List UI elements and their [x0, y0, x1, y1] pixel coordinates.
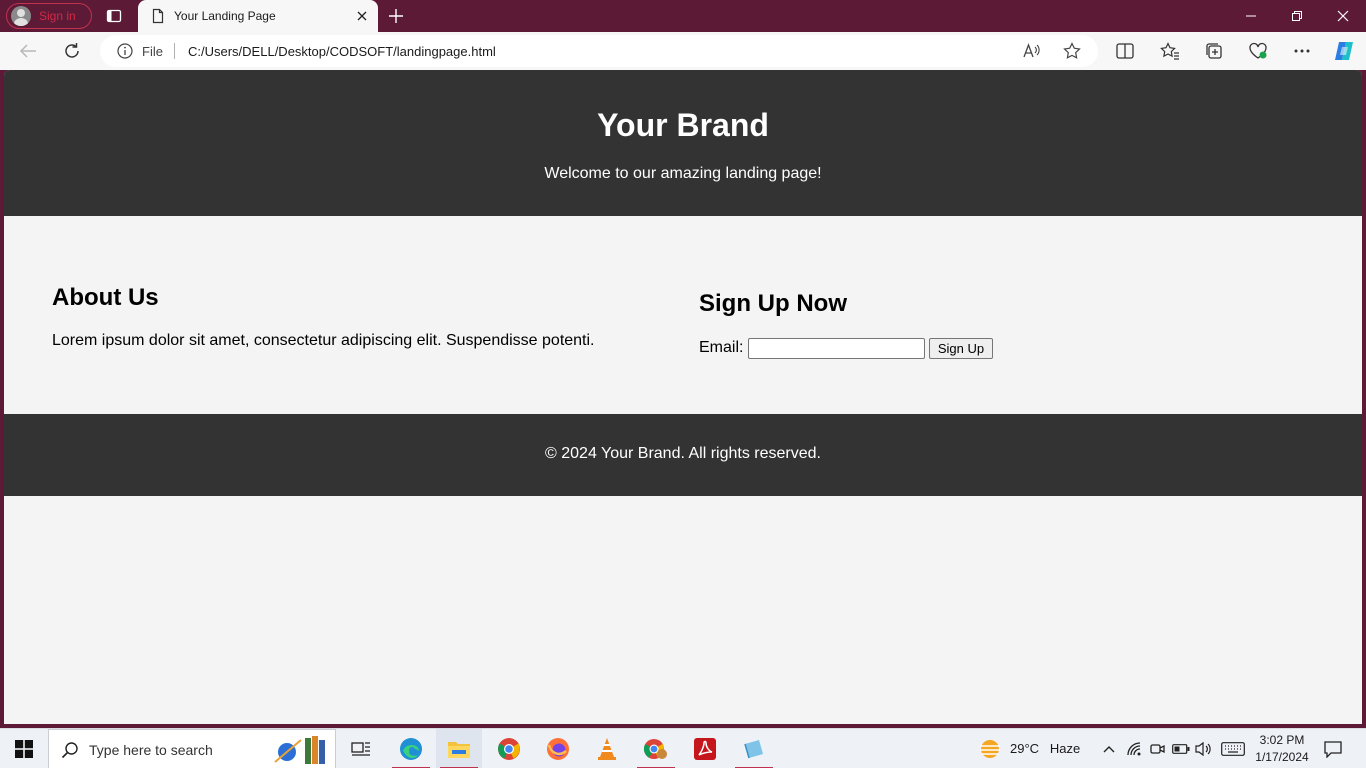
battery-icon[interactable] — [1172, 739, 1190, 759]
favorites-icon[interactable] — [1156, 37, 1184, 65]
file-explorer-icon[interactable] — [436, 729, 482, 768]
start-button[interactable] — [0, 729, 48, 768]
new-tab-icon[interactable] — [386, 6, 406, 26]
sign-up-button[interactable]: Sign Up — [929, 338, 993, 359]
refresh-icon[interactable] — [58, 37, 86, 65]
read-aloud-icon[interactable] — [1022, 41, 1042, 61]
acrobat-icon[interactable] — [682, 729, 728, 768]
address-divider — [174, 43, 175, 59]
volume-icon[interactable] — [1195, 739, 1213, 759]
vlc-icon[interactable] — [584, 729, 630, 768]
favorite-star-icon[interactable] — [1062, 41, 1082, 61]
weather-readout[interactable]: 29°C Haze — [1010, 741, 1080, 756]
restore-icon[interactable] — [1274, 0, 1320, 32]
avatar — [11, 6, 31, 26]
address-url[interactable]: C:/Users/DELL/Desktop/CODSOFT/landingpag… — [188, 44, 496, 59]
minimize-icon[interactable] — [1228, 0, 1274, 32]
about-text: Lorem ipsum dolor sit amet, consectetur … — [52, 332, 595, 349]
network-icon[interactable] — [1125, 739, 1143, 759]
weather-condition: Haze — [1049, 741, 1081, 756]
site-header: Your Brand Welcome to our amazing landin… — [4, 70, 1362, 216]
taskbar: Type here to search 29°C Haze 3:02 PM 1/… — [0, 728, 1366, 768]
profile-label: Sign in — [39, 9, 76, 23]
keyboard-icon[interactable] — [1220, 739, 1246, 759]
search-icon — [61, 741, 79, 759]
tagline: Welcome to our amazing landing page! — [544, 165, 822, 182]
email-label: Email: — [699, 339, 744, 356]
split-screen-icon[interactable] — [1111, 37, 1139, 65]
meet-now-icon[interactable] — [1148, 739, 1166, 759]
browser-toolbar: File C:/Users/DELL/Desktop/CODSOFT/landi… — [0, 32, 1366, 70]
weather-temperature: 29°C — [1010, 741, 1040, 756]
windows-icon — [15, 740, 33, 758]
close-window-icon[interactable] — [1320, 0, 1366, 32]
task-view-icon[interactable] — [338, 729, 384, 768]
page-icon — [150, 8, 166, 24]
chevron-up-icon[interactable] — [1100, 739, 1118, 759]
address-scheme: File — [142, 44, 163, 59]
clock-date: 1/17/2024 — [1255, 750, 1309, 764]
collections-icon[interactable] — [1200, 37, 1228, 65]
site-footer: © 2024 Your Brand. All rights reserved. — [4, 414, 1362, 496]
tab-strip: Sign in Your Landing Page — [0, 0, 1366, 32]
email-field[interactable] — [748, 338, 925, 359]
firefox-icon[interactable] — [535, 729, 581, 768]
edge-app-icon[interactable] — [388, 729, 434, 768]
tab-title: Your Landing Page — [174, 9, 276, 23]
system-clock[interactable]: 3:02 PM 1/17/2024 — [1252, 732, 1312, 766]
more-options-icon[interactable] — [1288, 37, 1316, 65]
taskbar-search[interactable]: Type here to search — [48, 729, 336, 768]
address-bar[interactable]: File C:/Users/DELL/Desktop/CODSOFT/landi… — [100, 35, 1098, 67]
notes-app-icon[interactable] — [731, 729, 777, 768]
browser-essentials-icon[interactable] — [1244, 37, 1272, 65]
back-icon[interactable] — [14, 37, 42, 65]
page-viewport: Your Brand Welcome to our amazing landin… — [4, 70, 1362, 724]
close-tab-icon[interactable] — [346, 0, 378, 32]
info-icon[interactable] — [117, 43, 133, 59]
search-placeholder: Type here to search — [89, 742, 213, 758]
copilot-icon[interactable] — [1330, 37, 1358, 65]
about-heading: About Us — [52, 284, 159, 311]
tab-actions-icon[interactable] — [106, 8, 122, 24]
brand-title: Your Brand — [597, 107, 769, 143]
chrome-icon[interactable] — [486, 729, 532, 768]
clock-time: 3:02 PM — [1259, 733, 1305, 747]
weather-icon[interactable] — [978, 739, 1002, 759]
footer-text: © 2024 Your Brand. All rights reserved. — [545, 445, 821, 462]
tab-active[interactable]: Your Landing Page — [138, 0, 378, 32]
chrome-profile-icon[interactable] — [633, 729, 679, 768]
search-highlight-icon — [267, 734, 333, 766]
signup-heading: Sign Up Now — [699, 290, 847, 317]
profile-button[interactable]: Sign in — [6, 3, 92, 29]
notifications-icon[interactable] — [1322, 739, 1344, 759]
